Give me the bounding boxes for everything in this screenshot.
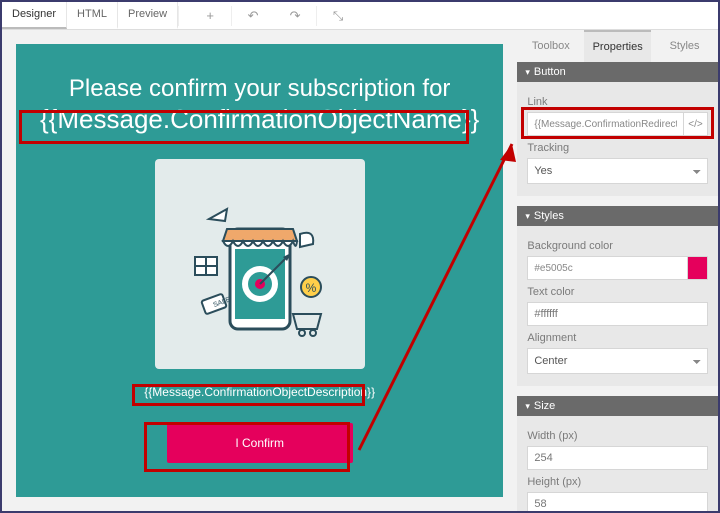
link-label: Link (527, 96, 708, 108)
macro-object-name: {{Message.ConfirmationObjectName}} (40, 104, 479, 135)
collapse-icon[interactable]: ⤡ (317, 2, 359, 30)
redo-icon[interactable]: ↷ (274, 2, 316, 30)
tab-designer[interactable]: Designer (2, 2, 67, 29)
top-tabs: Designer HTML Preview (2, 2, 178, 29)
add-icon[interactable]: + (189, 2, 231, 30)
top-toolbar: Designer HTML Preview + ↶ ↷ ⤡ (2, 2, 718, 30)
main-body: Please confirm your subscription for {{M… (2, 30, 718, 511)
canvas-wrap: Please confirm your subscription for {{M… (2, 30, 517, 511)
group-button-body: Link </> Tracking Yes (517, 82, 718, 196)
properties-panel: Button Link </> Tracking Yes (517, 62, 718, 511)
tracking-select[interactable]: Yes (527, 158, 708, 184)
link-input[interactable] (527, 112, 684, 136)
group-button-header[interactable]: Button (517, 62, 718, 82)
svg-text:%: % (305, 281, 316, 295)
toolbar-separator (178, 6, 179, 26)
text-color-input[interactable] (527, 302, 708, 326)
alignment-select[interactable]: Center (527, 348, 708, 374)
app-frame: Designer HTML Preview + ↶ ↷ ⤡ Please con… (0, 0, 720, 513)
toolbar-actions: + ↶ ↷ ⤡ (189, 2, 359, 29)
tab-toolbox[interactable]: Toolbox (517, 30, 584, 62)
text-color-label: Text color (527, 286, 708, 298)
group-styles-body: Background color Text color Alignment Ce… (517, 226, 718, 386)
group-size-header[interactable]: Size (517, 396, 718, 416)
shop-illustration-icon: % SALE (175, 179, 345, 349)
macro-object-description: {{Message.ConfirmationObjectDescription}… (40, 385, 479, 399)
width-input[interactable] (527, 446, 708, 470)
group-styles-header[interactable]: Styles (517, 206, 718, 226)
undo-icon[interactable]: ↶ (232, 2, 274, 30)
right-sidebar: Toolbox Properties Styles Button Link </… (517, 30, 718, 511)
bg-color-label: Background color (527, 240, 708, 252)
sidebar-tabs: Toolbox Properties Styles (517, 30, 718, 62)
headline-text: Please confirm your subscription for (40, 74, 479, 104)
macro-code-button[interactable]: </> (684, 112, 708, 136)
hero-illustration: % SALE (155, 159, 365, 369)
bg-color-input[interactable] (527, 256, 688, 280)
tab-html[interactable]: HTML (67, 2, 118, 29)
confirm-button[interactable]: I Confirm (167, 423, 353, 463)
email-canvas[interactable]: Please confirm your subscription for {{M… (16, 44, 503, 497)
height-label: Height (px) (527, 476, 708, 488)
alignment-label: Alignment (527, 332, 708, 344)
width-label: Width (px) (527, 430, 708, 442)
tab-preview[interactable]: Preview (118, 2, 178, 29)
tab-styles[interactable]: Styles (651, 30, 718, 62)
tab-properties[interactable]: Properties (584, 30, 651, 62)
group-size-body: Width (px) Height (px) (517, 416, 718, 511)
link-field-row: </> (527, 112, 708, 136)
bg-color-swatch[interactable] (688, 256, 708, 280)
height-input[interactable] (527, 492, 708, 511)
tracking-label: Tracking (527, 142, 708, 154)
